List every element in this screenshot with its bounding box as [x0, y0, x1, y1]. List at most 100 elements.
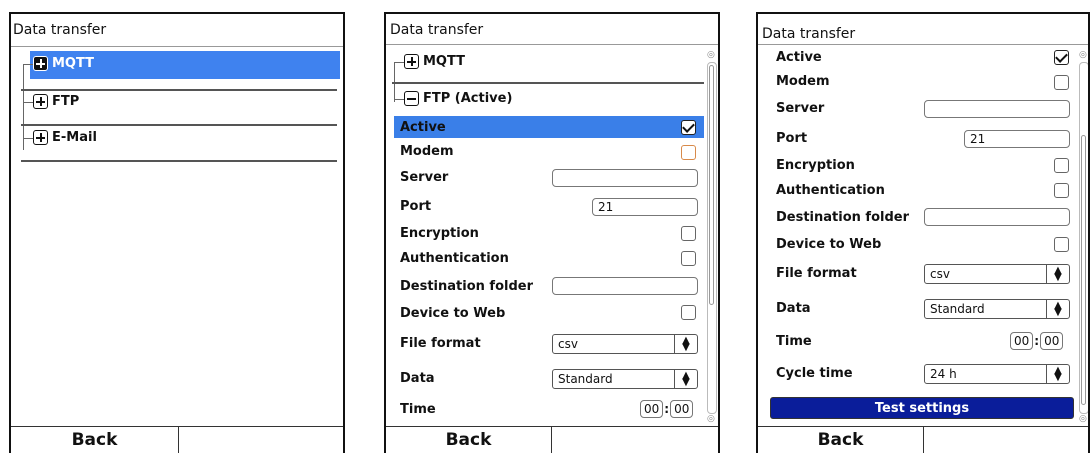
select-arrows-icon: ▲ ▼: [1046, 265, 1069, 283]
title-divider: [11, 46, 343, 47]
scroll-up-icon[interactable]: ◎: [707, 50, 715, 60]
device-to-web-checkbox[interactable]: [1054, 237, 1069, 252]
file-format-select[interactable]: csv ▲ ▼: [552, 334, 698, 354]
title-divider: [758, 44, 1088, 45]
tree-item-ftp[interactable]: FTP: [33, 94, 79, 109]
tree-branch: [394, 62, 404, 63]
param-server-row: Server: [400, 169, 449, 185]
scrollbar-thumb[interactable]: [1081, 135, 1086, 405]
time-colon: :: [664, 402, 670, 416]
plus-box-icon[interactable]: [33, 94, 48, 109]
param-data-row: Data: [400, 370, 435, 386]
page-title: Data transfer: [13, 22, 107, 38]
softkey-right[interactable]: [924, 427, 1088, 453]
tree-item-label: FTP: [52, 94, 80, 109]
param-device-to-web-row: Device to Web: [776, 236, 882, 252]
test-settings-button[interactable]: Test settings: [770, 397, 1074, 419]
softkey-right[interactable]: [552, 427, 718, 453]
port-value: 21: [598, 200, 614, 214]
server-input[interactable]: [552, 169, 698, 187]
tree-item-label: MQTT: [52, 56, 95, 71]
data-select[interactable]: Standard ▲ ▼: [924, 299, 1070, 319]
back-button[interactable]: Back: [11, 427, 179, 453]
time-minutes[interactable]: 00: [1040, 332, 1064, 350]
select-value: Standard: [558, 372, 613, 386]
time-colon: :: [1034, 334, 1040, 348]
encryption-checkbox[interactable]: [1054, 158, 1069, 173]
cycle-time-select[interactable]: 24 h ▲ ▼: [924, 364, 1070, 384]
scroll-down-icon[interactable]: ◎: [1079, 414, 1087, 424]
softkey-right[interactable]: [179, 427, 343, 453]
param-destination-row: Destination folder: [400, 278, 534, 294]
select-arrows-icon: ▲ ▼: [674, 335, 697, 353]
modem-checkbox[interactable]: [681, 145, 696, 160]
param-file-format-row: File format: [400, 335, 481, 351]
footer-bar: Back: [758, 426, 1088, 453]
select-value: 24 h: [930, 367, 957, 381]
scrollbar[interactable]: [707, 62, 717, 414]
tree-item-label: E-Mail: [52, 130, 97, 145]
port-input[interactable]: 21: [964, 130, 1070, 148]
back-button[interactable]: Back: [386, 427, 552, 453]
modem-checkbox[interactable]: [1054, 75, 1069, 90]
param-active-row[interactable]: Active: [394, 116, 704, 138]
tree-branch: [23, 138, 33, 139]
plus-box-icon[interactable]: [404, 54, 419, 69]
active-checkbox[interactable]: [1054, 50, 1069, 65]
file-format-select[interactable]: csv ▲ ▼: [924, 264, 1070, 284]
select-arrows-icon: ▲ ▼: [674, 370, 697, 388]
authentication-checkbox[interactable]: [1054, 183, 1069, 198]
authentication-checkbox[interactable]: [681, 251, 696, 266]
separator: [21, 89, 337, 91]
plus-box-icon[interactable]: [33, 130, 48, 145]
select-value: Standard: [930, 302, 985, 316]
time-hours[interactable]: 00: [1010, 332, 1034, 350]
back-button[interactable]: Back: [758, 427, 924, 453]
param-time-row: Time: [776, 333, 812, 349]
tree-item-mqtt[interactable]: MQTT: [404, 54, 465, 69]
scrollbar[interactable]: [1079, 62, 1088, 414]
data-select[interactable]: Standard ▲ ▼: [552, 369, 698, 389]
time-hours[interactable]: 00: [640, 400, 664, 418]
checkmark-icon: [682, 120, 695, 133]
scroll-down-icon[interactable]: ◎: [707, 414, 715, 424]
destination-folder-input[interactable]: [924, 208, 1070, 226]
select-arrows-icon: ▲ ▼: [1046, 300, 1069, 318]
checkmark-icon: [1055, 50, 1068, 63]
separator: [392, 82, 704, 84]
select-value: csv: [930, 267, 950, 281]
tree-item-email[interactable]: E-Mail: [33, 130, 97, 145]
time-input[interactable]: 00 : 00: [640, 400, 694, 418]
minus-box-icon[interactable]: [404, 91, 419, 106]
param-active-row[interactable]: Active: [776, 48, 822, 66]
port-input[interactable]: 21: [592, 198, 698, 216]
tree-item-mqtt[interactable]: MQTT: [33, 56, 94, 71]
tree-item-ftp[interactable]: FTP (Active): [404, 91, 512, 106]
param-device-to-web-row: Device to Web: [400, 305, 506, 321]
param-file-format-row: File format: [776, 265, 857, 281]
page-title: Data transfer: [390, 22, 484, 38]
param-encryption-row: Encryption: [776, 157, 855, 173]
device-to-web-checkbox[interactable]: [681, 305, 696, 320]
time-minutes[interactable]: 00: [670, 400, 694, 418]
separator: [21, 160, 337, 162]
plus-box-icon[interactable]: [33, 56, 48, 71]
active-checkbox[interactable]: [681, 120, 696, 135]
footer-bar: Back: [11, 426, 343, 453]
param-time-row: Time: [400, 401, 436, 417]
screen-1: Data transfer MQTT FTP E-Mail Back: [9, 12, 345, 453]
destination-folder-input[interactable]: [552, 277, 698, 295]
screen-3: Data transfer Active Modem Server Port 2…: [756, 12, 1090, 453]
scrollbar-thumb[interactable]: [709, 65, 714, 305]
select-value: csv: [558, 337, 578, 351]
server-input[interactable]: [924, 100, 1070, 118]
tree-branch: [394, 99, 404, 100]
tree-item-label: FTP (Active): [423, 91, 513, 106]
time-input[interactable]: 00 : 00: [1010, 332, 1064, 350]
tree-branch: [23, 102, 33, 103]
scroll-up-icon[interactable]: ◎: [1079, 50, 1087, 60]
port-value: 21: [970, 132, 986, 146]
param-cycle-time-row: Cycle time: [776, 365, 853, 381]
encryption-checkbox[interactable]: [681, 226, 696, 241]
separator: [21, 124, 337, 126]
